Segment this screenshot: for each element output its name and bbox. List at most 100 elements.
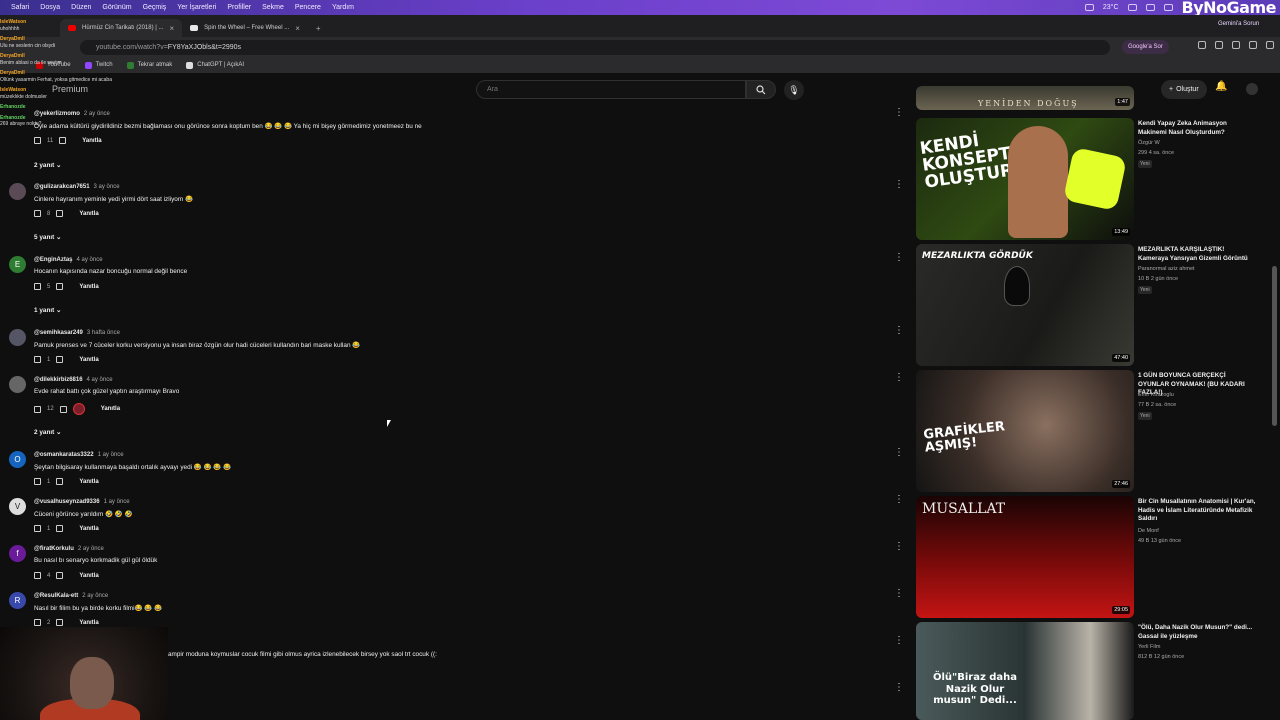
more-actions-icon[interactable]: ⋮ (894, 636, 904, 647)
like-icon[interactable] (34, 356, 41, 363)
dislike-icon[interactable] (56, 572, 64, 579)
reply-button[interactable]: Yanıtla (79, 479, 98, 485)
dislike-icon[interactable] (56, 283, 64, 290)
url-field[interactable]: youtube.com/watch?v= FY8YaXJObls&t=2990s (80, 40, 1110, 55)
replies-toggle[interactable]: 2 yanıt ⌄ (34, 161, 61, 169)
gemini-side-label[interactable]: Gemini'a Sorun (1218, 21, 1259, 27)
video-channel[interactable]: De Monf (1138, 528, 1159, 534)
share-icon[interactable] (1198, 41, 1206, 49)
extensions-icon[interactable] (1232, 41, 1240, 49)
dislike-icon[interactable] (56, 619, 64, 626)
video-thumbnail[interactable]: KENDİ KONSEPTİNİ OLUŞTUR 13:49 (916, 118, 1134, 240)
google-ask-button[interactable]: Google'a Sor (1122, 40, 1169, 54)
like-icon[interactable] (34, 478, 41, 485)
reply-button[interactable]: Yanıtla (79, 620, 98, 626)
more-actions-icon[interactable]: ⋮ (894, 180, 904, 191)
status-icon[interactable] (1127, 4, 1137, 11)
comment-author[interactable]: @osmankaratas3322 1 ay önce (34, 452, 124, 458)
dislike-icon[interactable] (56, 356, 64, 363)
replies-toggle[interactable]: 1 yanıt ⌄ (34, 306, 61, 314)
video-channel[interactable]: Yerli Film (1138, 644, 1160, 650)
comment-author[interactable]: @semihkasar249 3 hafta önce (34, 330, 120, 336)
voice-search-button[interactable]: 🎙 (784, 80, 804, 100)
menu-safari[interactable]: Safari (11, 4, 29, 11)
reply-button[interactable]: Yanıtla (79, 526, 98, 532)
video-thumbnail[interactable]: Ölü"Biraz daha Nazik Olur musun" Dedi... (916, 622, 1134, 720)
comment-author[interactable]: @dilekkirbiz6816 4 ay önce (34, 377, 113, 383)
video-channel[interactable]: Paranormal aziz ahmet (1138, 266, 1195, 272)
reply-button[interactable]: Yanıtla (82, 138, 101, 144)
menu-pencere[interactable]: Pencere (295, 4, 321, 11)
avatar[interactable] (9, 329, 26, 346)
avatar[interactable]: R (9, 592, 26, 609)
dislike-icon[interactable] (59, 405, 67, 413)
weather-temperature[interactable]: 23°C (1103, 4, 1119, 11)
tab-spin-wheel[interactable]: Spin the Wheel – Free Wheel ... × (182, 19, 308, 37)
search-input[interactable]: Ara (476, 80, 746, 99)
dislike-icon[interactable] (56, 525, 64, 532)
menu-duzen[interactable]: Düzen (71, 4, 91, 11)
more-actions-icon[interactable]: ⋮ (894, 108, 904, 119)
create-button[interactable]: + Oluştur (1161, 80, 1207, 99)
replies-toggle[interactable]: 2 yanıt ⌄ (34, 428, 61, 436)
menu-yer-isaretleri[interactable]: Yer İşaretleri (177, 4, 216, 11)
comment-author[interactable]: @firatKorkulu 2 ay önce (34, 546, 104, 552)
video-thumbnail[interactable]: YENİDEN DOĞUŞ 1:47 (916, 86, 1134, 110)
menu-yardim[interactable]: Yardım (332, 4, 354, 11)
video-title[interactable]: "Ölü, Daha Nazik Olur Musun?" dedi... Ga… (1138, 624, 1256, 641)
video-thumbnail[interactable]: MUSALLAT 29:05 (916, 496, 1134, 618)
reply-button[interactable]: Yanıtla (79, 357, 98, 363)
close-icon[interactable]: × (295, 24, 300, 33)
reply-button[interactable]: Yanıtla (79, 573, 98, 579)
like-icon[interactable] (34, 572, 41, 579)
more-actions-icon[interactable]: ⋮ (894, 373, 904, 384)
battery-icon[interactable] (1163, 4, 1173, 11)
avatar[interactable] (9, 376, 26, 393)
search-button[interactable] (746, 80, 776, 99)
more-actions-icon[interactable]: ⋮ (894, 542, 904, 553)
wifi-icon[interactable] (1145, 4, 1155, 11)
new-tab-button[interactable]: + (308, 19, 329, 37)
more-actions-icon[interactable]: ⋮ (894, 683, 904, 694)
scrollbar-thumb[interactable] (1272, 266, 1277, 426)
dislike-icon[interactable] (59, 137, 67, 144)
video-title[interactable]: MEZARLIKTA KARŞILAŞTIK! Kameraya Yansıya… (1138, 246, 1256, 263)
video-thumbnail[interactable]: MEZARLIKTA GÖRDÜK 47:40 (916, 244, 1134, 366)
dislike-icon[interactable] (56, 210, 64, 217)
like-icon[interactable] (34, 210, 41, 217)
avatar[interactable] (9, 183, 26, 200)
notifications-bell-icon[interactable]: 🔔 (1215, 81, 1227, 92)
more-actions-icon[interactable]: ⋮ (894, 326, 904, 337)
replies-toggle[interactable]: 5 yanıt ⌄ (34, 233, 61, 241)
like-icon[interactable] (34, 137, 41, 144)
like-icon[interactable] (34, 405, 41, 413)
dislike-icon[interactable] (56, 478, 64, 485)
reply-button[interactable]: Yanıtla (79, 284, 98, 290)
more-actions-icon[interactable]: ⋮ (894, 495, 904, 506)
comment-author[interactable]: @vusalhuseynzad9336 1 ay önce (34, 499, 130, 505)
avatar[interactable]: O (9, 451, 26, 468)
comment-author[interactable]: @EnginAztaş 4 ay önce (34, 257, 103, 263)
reply-button[interactable]: Yanıtla (101, 406, 120, 412)
page-scrollbar[interactable] (1272, 106, 1277, 720)
menu-gorunum[interactable]: Görünüm (102, 4, 131, 11)
more-actions-icon[interactable]: ⋮ (894, 448, 904, 459)
more-actions-icon[interactable]: ⋮ (894, 253, 904, 264)
bookmark-chatgpt[interactable]: ChatGPT | AçıkAI (186, 61, 244, 69)
comment-author[interactable]: @yekerlizmomo 2 ay önce (34, 111, 110, 117)
reply-button[interactable]: Yanıtla (79, 211, 98, 217)
like-icon[interactable] (34, 525, 41, 532)
menu-profiller[interactable]: Profiller (227, 4, 251, 11)
account-avatar[interactable] (1246, 83, 1258, 95)
more-actions-icon[interactable]: ⋮ (894, 589, 904, 600)
video-title[interactable]: Bir Cin Musallatının Anatomisi | Kur'an,… (1138, 498, 1256, 524)
screen-icon[interactable] (1084, 4, 1094, 11)
menu-dosya[interactable]: Dosya (40, 4, 60, 11)
menu-icon[interactable] (1266, 41, 1274, 49)
video-channel[interactable]: Emir Kirazoglu (1138, 392, 1174, 398)
profile-icon[interactable] (1249, 41, 1257, 49)
video-thumbnail[interactable]: GRAFİKLER AŞMIŞ! 27:46 (916, 370, 1134, 492)
avatar[interactable]: V (9, 498, 26, 515)
video-title[interactable]: Kendi Yapay Zeka Animasyon Makinemi Nası… (1138, 120, 1256, 137)
like-icon[interactable] (34, 619, 41, 626)
